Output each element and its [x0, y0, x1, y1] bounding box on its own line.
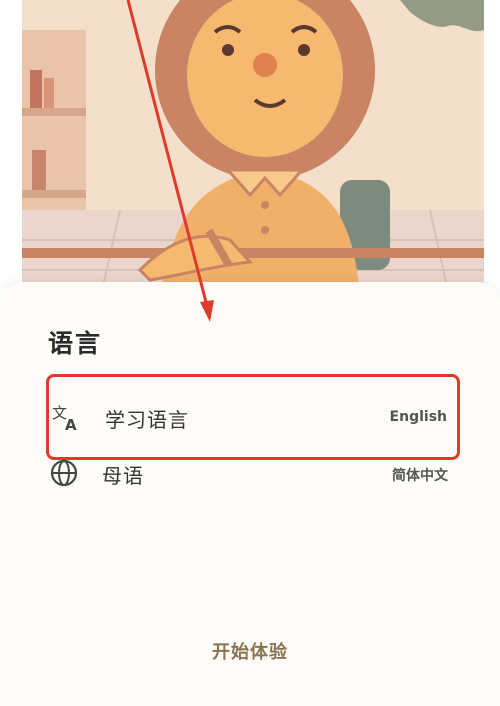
svg-text:A: A [65, 416, 77, 433]
native-language-row[interactable]: 母语 简体中文 [46, 448, 460, 498]
language-bottom-sheet: 语言 文 A 学习语言 English 母语 简体中文 开始体验 [0, 282, 500, 706]
hero-illustration [0, 0, 500, 300]
globe-icon [48, 457, 80, 489]
translate-icon: 文 A [51, 401, 83, 434]
sheet-title: 语言 [48, 329, 103, 358]
start-experience-button[interactable]: 开始体验 [150, 638, 350, 670]
girl-at-desk-illustration [0, 0, 500, 300]
learning-language-label: 学习语言 [105, 408, 189, 432]
native-language-value: 简体中文 [392, 468, 448, 484]
native-language-label: 母语 [102, 464, 144, 488]
learning-language-value: English [389, 409, 447, 425]
